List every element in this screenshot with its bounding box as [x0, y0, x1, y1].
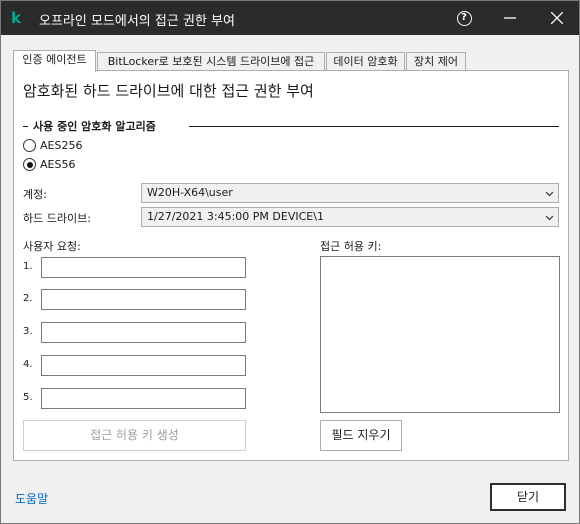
window-title: 오프라인 모드에서의 접근 권한 부여: [39, 14, 235, 29]
radio-label: AES56: [40, 158, 76, 171]
help-link[interactable]: 도움말: [15, 490, 48, 507]
request-number: 1.: [23, 261, 33, 272]
request-number: 3.: [23, 326, 33, 337]
dialog-window: k 오프라인 모드에서의 접근 권한 부여 ? 인증 에이전트 BitLocke…: [0, 0, 580, 524]
user-request-label: 사용자 요청:: [23, 240, 81, 253]
title-bar: k 오프라인 모드에서의 접근 권한 부여 ?: [1, 1, 579, 35]
tab-data-encryption[interactable]: 데이터 암호화: [326, 52, 405, 71]
access-key-label: 접근 허용 키:: [320, 240, 382, 253]
kaspersky-logo-icon: k: [11, 9, 21, 27]
radio-aes56[interactable]: AES56: [23, 158, 75, 171]
group-divider: [189, 126, 559, 127]
request-input-1[interactable]: [41, 257, 246, 278]
minimize-button[interactable]: [490, 1, 530, 35]
drive-label: 하드 드라이브:: [23, 212, 91, 225]
radio-button[interactable]: [23, 139, 36, 152]
radio-button-checked[interactable]: [23, 158, 36, 171]
group-divider: [23, 126, 28, 127]
request-number: 5.: [23, 392, 33, 403]
request-number: 4.: [23, 359, 33, 370]
tab-bitlocker[interactable]: BitLocker로 보호된 시스템 드라이브에 접근: [97, 52, 325, 71]
access-key-textarea[interactable]: [320, 256, 560, 413]
minimize-icon: [504, 17, 516, 19]
help-button[interactable]: ?: [444, 1, 484, 35]
chevron-down-icon: [545, 191, 554, 197]
generate-key-button[interactable]: 접근 허용 키 생성: [23, 420, 246, 451]
request-input-4[interactable]: [41, 355, 246, 376]
account-label: 계정:: [23, 188, 47, 201]
tab-device-control[interactable]: 장치 제어: [406, 52, 466, 71]
drive-select[interactable]: 1/27/2021 3:45:00 PM DEVICE\1: [141, 207, 559, 227]
drive-value: 1/27/2021 3:45:00 PM DEVICE\1: [147, 210, 324, 223]
radio-aes256[interactable]: AES256: [23, 139, 82, 152]
request-input-3[interactable]: [41, 322, 246, 343]
account-select[interactable]: W20H-X64\user: [141, 183, 559, 203]
account-value: W20H-X64\user: [147, 186, 233, 199]
algorithm-group-label: 사용 중인 암호화 알고리즘: [33, 118, 156, 134]
request-input-5[interactable]: [41, 388, 246, 409]
clear-fields-button[interactable]: 필드 지우기: [320, 420, 402, 451]
request-number: 2.: [23, 293, 33, 304]
close-button[interactable]: 닫기: [490, 483, 566, 511]
chevron-down-icon: [545, 215, 554, 221]
tab-auth-agent[interactable]: 인증 에이전트: [13, 50, 96, 72]
help-icon: ?: [456, 10, 472, 26]
tab-panel: 암호화된 하드 드라이브에 대한 접근 권한 부여 사용 중인 암호화 알고리즘…: [13, 70, 569, 461]
close-icon: [551, 12, 563, 24]
panel-title: 암호화된 하드 드라이브에 대한 접근 권한 부여: [23, 82, 314, 100]
request-input-2[interactable]: [41, 289, 246, 310]
radio-label: AES256: [40, 139, 83, 152]
close-window-button[interactable]: [537, 1, 577, 35]
